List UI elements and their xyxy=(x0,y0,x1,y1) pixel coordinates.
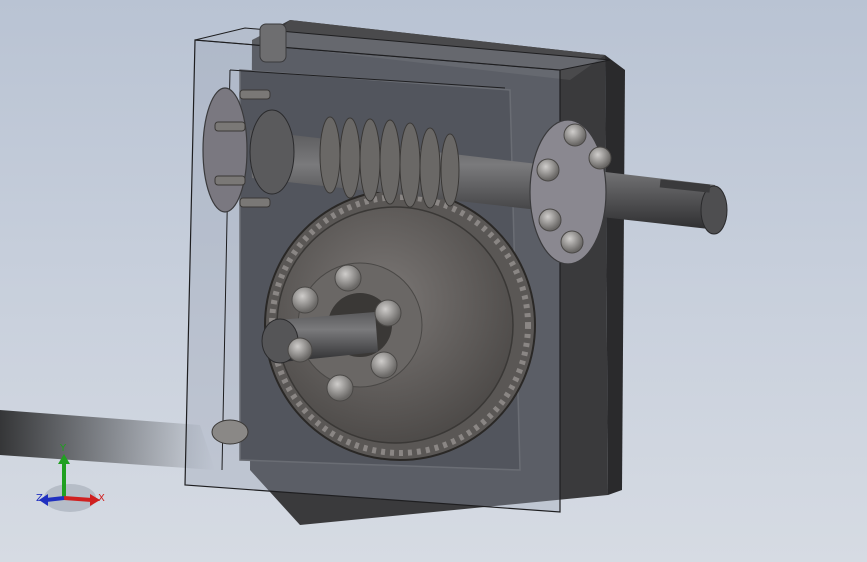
vent-plug xyxy=(259,23,287,63)
z-axis-label: Z xyxy=(36,493,43,504)
reference-triad xyxy=(39,454,100,512)
y-axis-label: Y xyxy=(60,443,67,454)
y-axis-arrow xyxy=(58,454,70,464)
drain-plug xyxy=(211,419,249,445)
x-axis-label: X xyxy=(98,493,105,504)
worm-shaft-end xyxy=(700,185,728,235)
3d-viewport[interactable]: Y X Z xyxy=(0,0,867,562)
z-axis-line xyxy=(45,496,65,502)
housing-right-face xyxy=(605,55,625,495)
left-flange xyxy=(202,87,248,213)
gearbox-model[interactable] xyxy=(0,0,867,562)
left-bearing xyxy=(249,109,295,195)
x-axis-line xyxy=(63,496,93,502)
